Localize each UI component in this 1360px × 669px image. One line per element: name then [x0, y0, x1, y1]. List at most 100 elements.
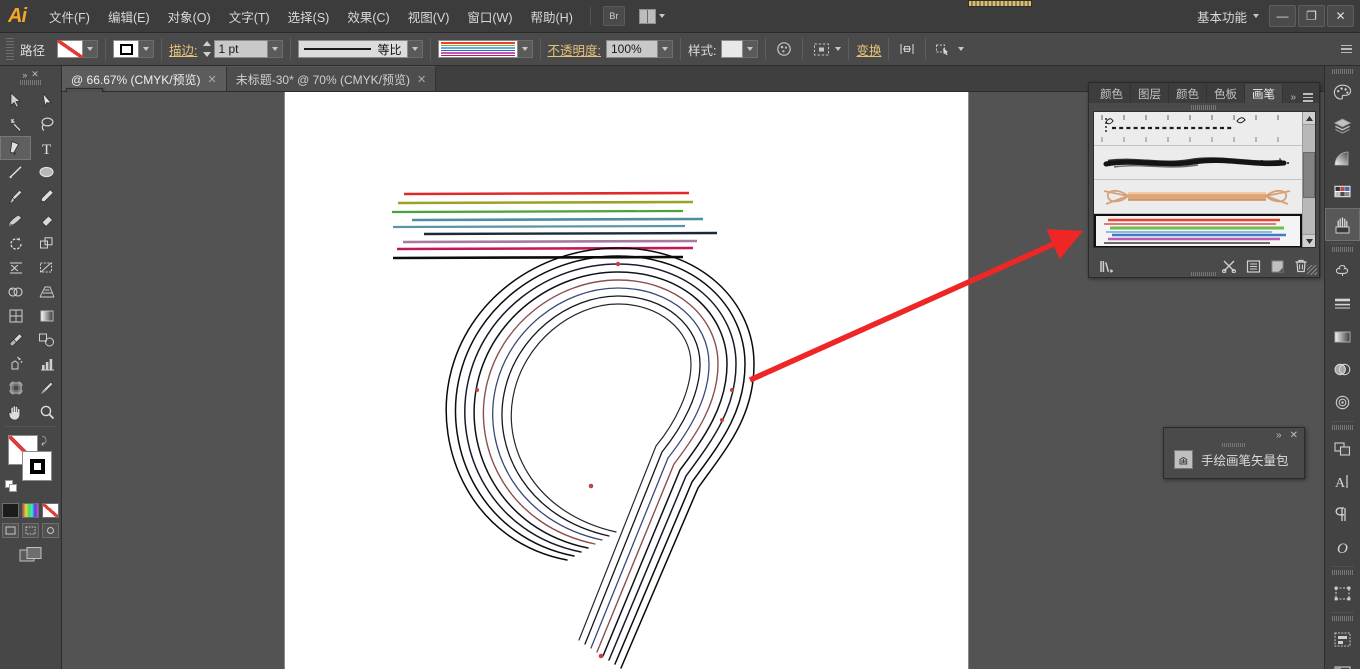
panel-grip[interactable] — [1191, 105, 1217, 110]
restore-button[interactable]: ❐ — [1298, 5, 1325, 27]
pen-tool[interactable] — [0, 136, 31, 160]
brush-chevron-icon[interactable] — [517, 40, 533, 58]
swap-fill-stroke-icon[interactable]: ⤸ — [41, 436, 47, 447]
style-chevron-icon[interactable] — [743, 40, 759, 58]
screen-mode-toggle[interactable] — [0, 546, 61, 564]
brush-item-dashed-scissors[interactable] — [1094, 112, 1302, 146]
stroke-color-swatch[interactable] — [22, 451, 52, 481]
document-tab-2[interactable]: 未标题-30* @ 70% (CMYK/预览) ✕ — [226, 66, 437, 91]
slice-tool[interactable] — [31, 376, 62, 400]
rotate-tool[interactable] — [0, 232, 31, 256]
document-tab-1-close-icon[interactable]: ✕ — [208, 73, 217, 86]
tab-layers[interactable]: 图层 — [1131, 84, 1169, 103]
symbols-panel-icon[interactable] — [1325, 254, 1360, 287]
eyedropper-tool[interactable] — [0, 328, 31, 352]
brush-list-scrollbar[interactable] — [1302, 112, 1315, 247]
dock-grip-5[interactable] — [1331, 616, 1354, 621]
artboard-tool[interactable] — [0, 376, 31, 400]
close-button[interactable]: ✕ — [1327, 5, 1354, 27]
align-icon[interactable] — [810, 39, 832, 59]
workspace-chevron-down-icon[interactable] — [1253, 14, 1259, 18]
dock-grip-2[interactable] — [1331, 247, 1354, 252]
width-profile-preview[interactable]: 等比 — [297, 40, 408, 58]
control-bar-menu-icon[interactable] — [1341, 44, 1352, 54]
menu-select[interactable]: 选择(S) — [279, 3, 339, 30]
brush-list[interactable] — [1093, 111, 1316, 248]
align-panel-icon[interactable] — [1325, 623, 1360, 656]
stroke-weight-stepper[interactable] — [202, 40, 213, 58]
gradient-panel-icon[interactable] — [1325, 142, 1360, 175]
direct-selection-tool[interactable] — [31, 88, 62, 112]
menu-object[interactable]: 对象(O) — [159, 3, 220, 30]
perspective-grid-tool[interactable] — [31, 280, 62, 304]
eraser-tool[interactable] — [31, 208, 62, 232]
stroke-color-control[interactable] — [113, 40, 155, 58]
minimize-button[interactable]: — — [1269, 5, 1296, 27]
hand-tool[interactable] — [0, 400, 31, 424]
mini-panel-row[interactable]: 手绘画笔矢量包 — [1164, 449, 1304, 470]
align-chevron-down-icon[interactable] — [835, 47, 842, 51]
graphic-style-swatch[interactable] — [721, 40, 744, 58]
symbol-sprayer-tool[interactable] — [0, 352, 31, 376]
stroke-swatch[interactable] — [113, 40, 140, 58]
swatches-panel-icon[interactable] — [1325, 175, 1360, 208]
paragraph-panel-icon[interactable] — [1325, 498, 1360, 531]
dock-grip-3[interactable] — [1331, 425, 1354, 430]
transparency-panel-icon[interactable] — [1325, 353, 1360, 386]
stroke-weight-label[interactable]: 描边: — [169, 40, 197, 59]
brush-item-charcoal[interactable] — [1094, 146, 1302, 180]
isolate-selected-object-icon[interactable] — [896, 39, 918, 59]
tools-collapse-icon[interactable]: » — [22, 70, 27, 80]
panel-collapse-icon[interactable]: » — [1290, 92, 1296, 103]
tools-panel-grip[interactable] — [19, 80, 42, 85]
fill-color-control[interactable] — [57, 40, 99, 58]
opacity-input[interactable]: 100% — [605, 40, 658, 58]
transform-link[interactable]: 变换 — [856, 40, 881, 59]
menu-type[interactable]: 文字(T) — [220, 3, 279, 30]
brushes-panel-icon[interactable] — [1325, 208, 1360, 241]
select-similar-objects-icon[interactable] — [933, 39, 955, 59]
selection-tool[interactable] — [0, 88, 31, 112]
document-info-icon[interactable] — [1325, 656, 1360, 669]
artboard[interactable] — [285, 92, 968, 669]
lasso-tool[interactable] — [31, 112, 62, 136]
character-panel-icon[interactable]: A — [1325, 465, 1360, 498]
drawing-mode-normal-icon[interactable] — [2, 523, 19, 538]
blend-tool[interactable] — [31, 328, 62, 352]
fill-dropdown-chevron-icon[interactable] — [83, 40, 99, 58]
recolor-artwork-icon[interactable] — [773, 39, 795, 59]
scroll-down-icon[interactable] — [1303, 234, 1315, 247]
type-tool[interactable]: T — [31, 136, 62, 160]
opacity-label[interactable]: 不透明度: — [548, 40, 601, 59]
stroke-panel-icon[interactable] — [1325, 287, 1360, 320]
gradient-tool[interactable] — [31, 304, 62, 328]
mesh-tool[interactable] — [0, 304, 31, 328]
fill-swatch[interactable] — [57, 40, 84, 58]
opacity-chevron-icon[interactable] — [657, 40, 673, 58]
stroke-dropdown-chevron-icon[interactable] — [139, 40, 155, 58]
menu-view[interactable]: 视图(V) — [399, 3, 459, 30]
document-tab-2-close-icon[interactable]: ✕ — [417, 73, 426, 86]
profile-chevron-icon[interactable] — [407, 40, 423, 58]
width-tool[interactable] — [0, 256, 31, 280]
column-graph-tool[interactable] — [31, 352, 62, 376]
new-brush-icon[interactable] — [1267, 257, 1287, 275]
none-fill-button[interactable] — [42, 503, 59, 518]
brush-preview[interactable] — [437, 40, 518, 58]
tab-color[interactable]: 颜色 — [1093, 84, 1131, 103]
brush-options-icon[interactable] — [1243, 257, 1263, 275]
menu-window[interactable]: 窗口(W) — [458, 3, 521, 30]
tab-brushes[interactable]: 画笔 — [1245, 84, 1283, 103]
color-panel-icon[interactable] — [1325, 76, 1360, 109]
bridge-icon[interactable]: Br — [602, 6, 625, 26]
scroll-up-icon[interactable] — [1303, 112, 1315, 125]
gradient2-panel-icon[interactable] — [1325, 320, 1360, 353]
mini-panel-grip[interactable] — [1222, 443, 1246, 447]
brush-libraries-menu-icon[interactable] — [1097, 257, 1117, 275]
pathfinder-panel-icon[interactable] — [1325, 432, 1360, 465]
dock-grip-4[interactable] — [1331, 570, 1354, 575]
panel-resize-handle[interactable] — [1307, 265, 1317, 275]
brush-item-rainbow-stripes[interactable] — [1094, 214, 1302, 247]
menu-effect[interactable]: 效果(C) — [338, 3, 398, 30]
zoom-tool[interactable] — [31, 400, 62, 424]
